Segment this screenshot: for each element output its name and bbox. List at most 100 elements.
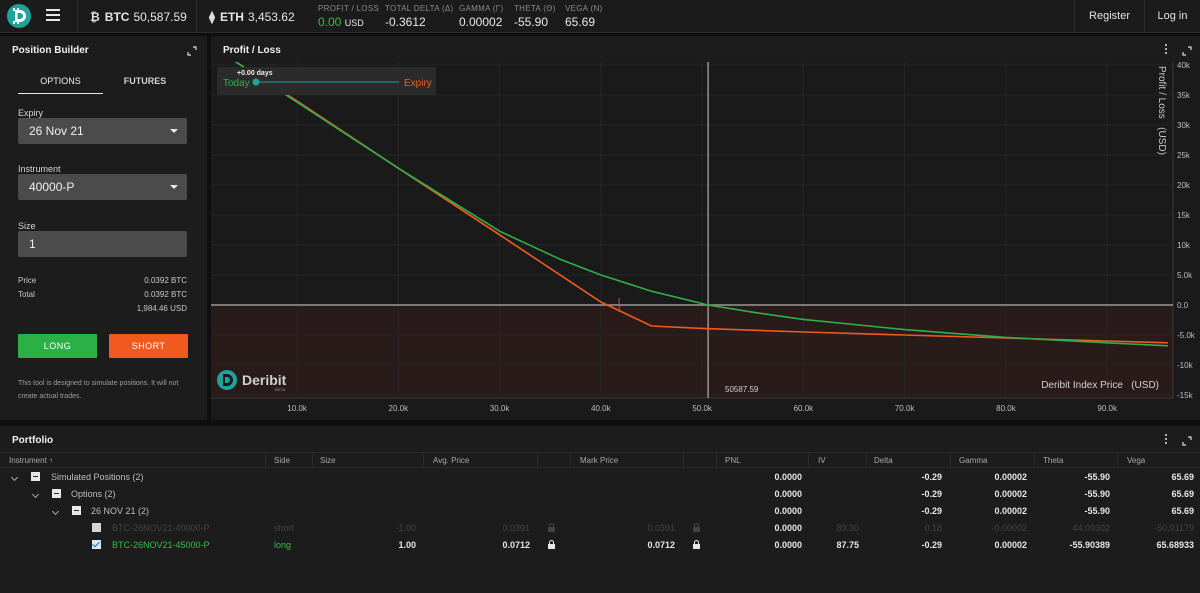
x-tick-label: 40.0k: [591, 404, 612, 413]
sort-arrow-up-icon: ↑: [49, 456, 54, 465]
deribit-logo-icon: [217, 370, 237, 390]
more-options-icon[interactable]: [1164, 434, 1168, 446]
slider-days-value: +0.00 days: [237, 70, 273, 77]
stat-profit-loss-value: 0.00: [318, 15, 342, 29]
table-row[interactable]: BTC-26NOV21-40000-P short -1.00 0.0391 0…: [0, 520, 1200, 537]
group-checkbox[interactable]: [52, 489, 61, 498]
stat-profit-loss: PROFIT / LOSS 0.00 USD: [318, 4, 380, 29]
long-button[interactable]: LONG: [18, 334, 97, 358]
col-size[interactable]: Size: [320, 456, 336, 465]
expiry-select[interactable]: 26 Nov 21: [18, 118, 187, 144]
col-delta[interactable]: Delta: [874, 456, 893, 465]
short-button[interactable]: SHORT: [109, 334, 188, 358]
col-vega[interactable]: Vega: [1127, 456, 1145, 465]
total-value: 0.0392 BTC: [144, 290, 187, 299]
group-checkbox[interactable]: [72, 506, 81, 515]
position-builder-title: Position Builder: [12, 45, 89, 56]
portfolio-panel: Portfolio Instrument ↑ Side Size Avg. Pr…: [0, 426, 1200, 593]
caret-down-icon: [170, 185, 178, 189]
btc-price: 50,587.59: [133, 9, 187, 24]
row-checkbox[interactable]: [92, 540, 101, 549]
group-checkbox[interactable]: [31, 472, 40, 481]
btc-ticker[interactable]: ₿ BTC 50,587.59: [77, 0, 194, 33]
more-options-icon[interactable]: [1164, 44, 1168, 56]
total-label: Total: [18, 290, 35, 299]
lock-icon[interactable]: [692, 540, 701, 549]
slider-handle[interactable]: [252, 78, 260, 86]
expand-icon[interactable]: [187, 46, 197, 56]
y-tick-label: -10k: [1177, 361, 1194, 370]
lock-icon[interactable]: [547, 540, 556, 549]
chevron-down-icon[interactable]: [10, 473, 19, 482]
instrument-value: 40000-P: [29, 180, 75, 194]
tab-futures[interactable]: FUTURES: [103, 76, 187, 94]
eth-label: ETH: [219, 9, 244, 24]
price-value: 0.0392 BTC: [144, 276, 187, 285]
x-tick-label: 80.0k: [996, 404, 1017, 413]
stat-gamma: GAMMA (Γ) 0.00002: [459, 4, 504, 29]
brand-name: Deribit: [242, 372, 287, 388]
ethereum-icon: ⧫: [209, 9, 215, 24]
login-button[interactable]: Log in: [1144, 0, 1200, 33]
profit-loss-chart[interactable]: 10.0k 20.0k 30.0k 40.0k 50.0k 60.0k 70.0k 80.0k…: [211, 62, 1200, 420]
group-row-expiry[interactable]: 26 NOV 21 (2) 0.0000 -0.29 0.00002 -55.9…: [0, 503, 1200, 520]
x-tick-label: 10.0k: [287, 404, 308, 413]
tab-options[interactable]: OPTIONS: [18, 76, 103, 94]
x-axis-label: Deribit Index Price (USD): [1041, 380, 1159, 391]
lock-icon[interactable]: [547, 523, 556, 532]
chevron-down-icon[interactable]: [51, 507, 60, 516]
instrument-label: Instrument: [18, 164, 61, 174]
bitcoin-icon: ₿: [90, 9, 100, 24]
chevron-down-icon[interactable]: [31, 490, 40, 499]
stat-profit-loss-unit: USD: [344, 18, 364, 28]
expand-icon[interactable]: [1182, 436, 1192, 446]
x-tick-label: 50.0k: [692, 404, 713, 413]
col-pnl[interactable]: PNL: [725, 456, 741, 465]
stat-vega: VEGA (Ν) 65.69: [565, 4, 603, 29]
y-tick-label: 10k: [1177, 241, 1191, 250]
table-header: Instrument ↑ Side Size Avg. Price Mark P…: [0, 452, 1200, 469]
days-slider[interactable]: +0.00 days Today Expiry: [217, 67, 436, 95]
price-label: Price: [18, 276, 37, 285]
x-tick-label: 20.0k: [389, 404, 410, 413]
y-tick-label: -5.0k: [1177, 331, 1196, 340]
deribit-logo-icon[interactable]: [7, 4, 31, 28]
row-checkbox[interactable]: [92, 523, 101, 532]
y-tick-label: 35k: [1177, 91, 1191, 100]
size-label: Size: [18, 221, 36, 231]
col-side[interactable]: Side: [274, 456, 290, 465]
total-usd-value: 1,984.46 USD: [136, 304, 187, 313]
y-tick-label: 40k: [1177, 62, 1191, 70]
eth-ticker[interactable]: ⧫ ETH 3,453.62: [196, 0, 302, 33]
profit-loss-panel: Profit / Loss 10.0k 20.0k 30.0k 40.0k 50.0k 6…: [211, 36, 1200, 420]
col-iv[interactable]: IV: [818, 456, 826, 465]
expand-icon[interactable]: [1182, 46, 1192, 56]
y-tick-label: 15k: [1177, 211, 1191, 220]
size-input[interactable]: 1: [18, 231, 187, 257]
col-avg-price[interactable]: Avg. Price: [433, 456, 469, 465]
col-theta[interactable]: Theta: [1043, 456, 1063, 465]
hamburger-menu-icon[interactable]: [46, 9, 60, 23]
x-tick-label: 90.0k: [1097, 404, 1118, 413]
col-gamma[interactable]: Gamma: [959, 456, 987, 465]
y-tick-label: -15k: [1177, 391, 1194, 400]
instrument-select[interactable]: 40000-P: [18, 174, 187, 200]
x-tick-label: 60.0k: [794, 404, 815, 413]
register-button[interactable]: Register: [1074, 0, 1144, 33]
profit-loss-title: Profit / Loss: [223, 45, 281, 56]
position-builder-panel: Position Builder OPTIONS FUTURES Expiry …: [0, 36, 207, 420]
brand-sub: BETA: [275, 387, 285, 392]
eth-price: 3,453.62: [247, 9, 295, 24]
slider-today-label: Today: [223, 78, 250, 89]
y-tick-label: 30k: [1177, 121, 1191, 130]
col-instrument[interactable]: Instrument ↑: [9, 456, 53, 465]
table-row[interactable]: BTC-26NOV21-45000-P long 1.00 0.0712 0.0…: [0, 537, 1200, 554]
x-tick-label: 70.0k: [895, 404, 916, 413]
col-mark-price[interactable]: Mark Price: [580, 456, 618, 465]
top-bar: ₿ BTC 50,587.59 ⧫ ETH 3,453.62 PROFIT / …: [0, 0, 1200, 33]
group-row-simulated[interactable]: Simulated Positions (2) 0.0000 -0.29 0.0…: [0, 469, 1200, 486]
disclaimer-note: This tool is designed to simulate positi…: [18, 380, 179, 400]
lock-icon[interactable]: [692, 523, 701, 532]
stat-theta: THETA (Θ) -55.90: [514, 4, 556, 29]
group-row-options[interactable]: Options (2) 0.0000 -0.29 0.00002 -55.90 …: [0, 486, 1200, 503]
